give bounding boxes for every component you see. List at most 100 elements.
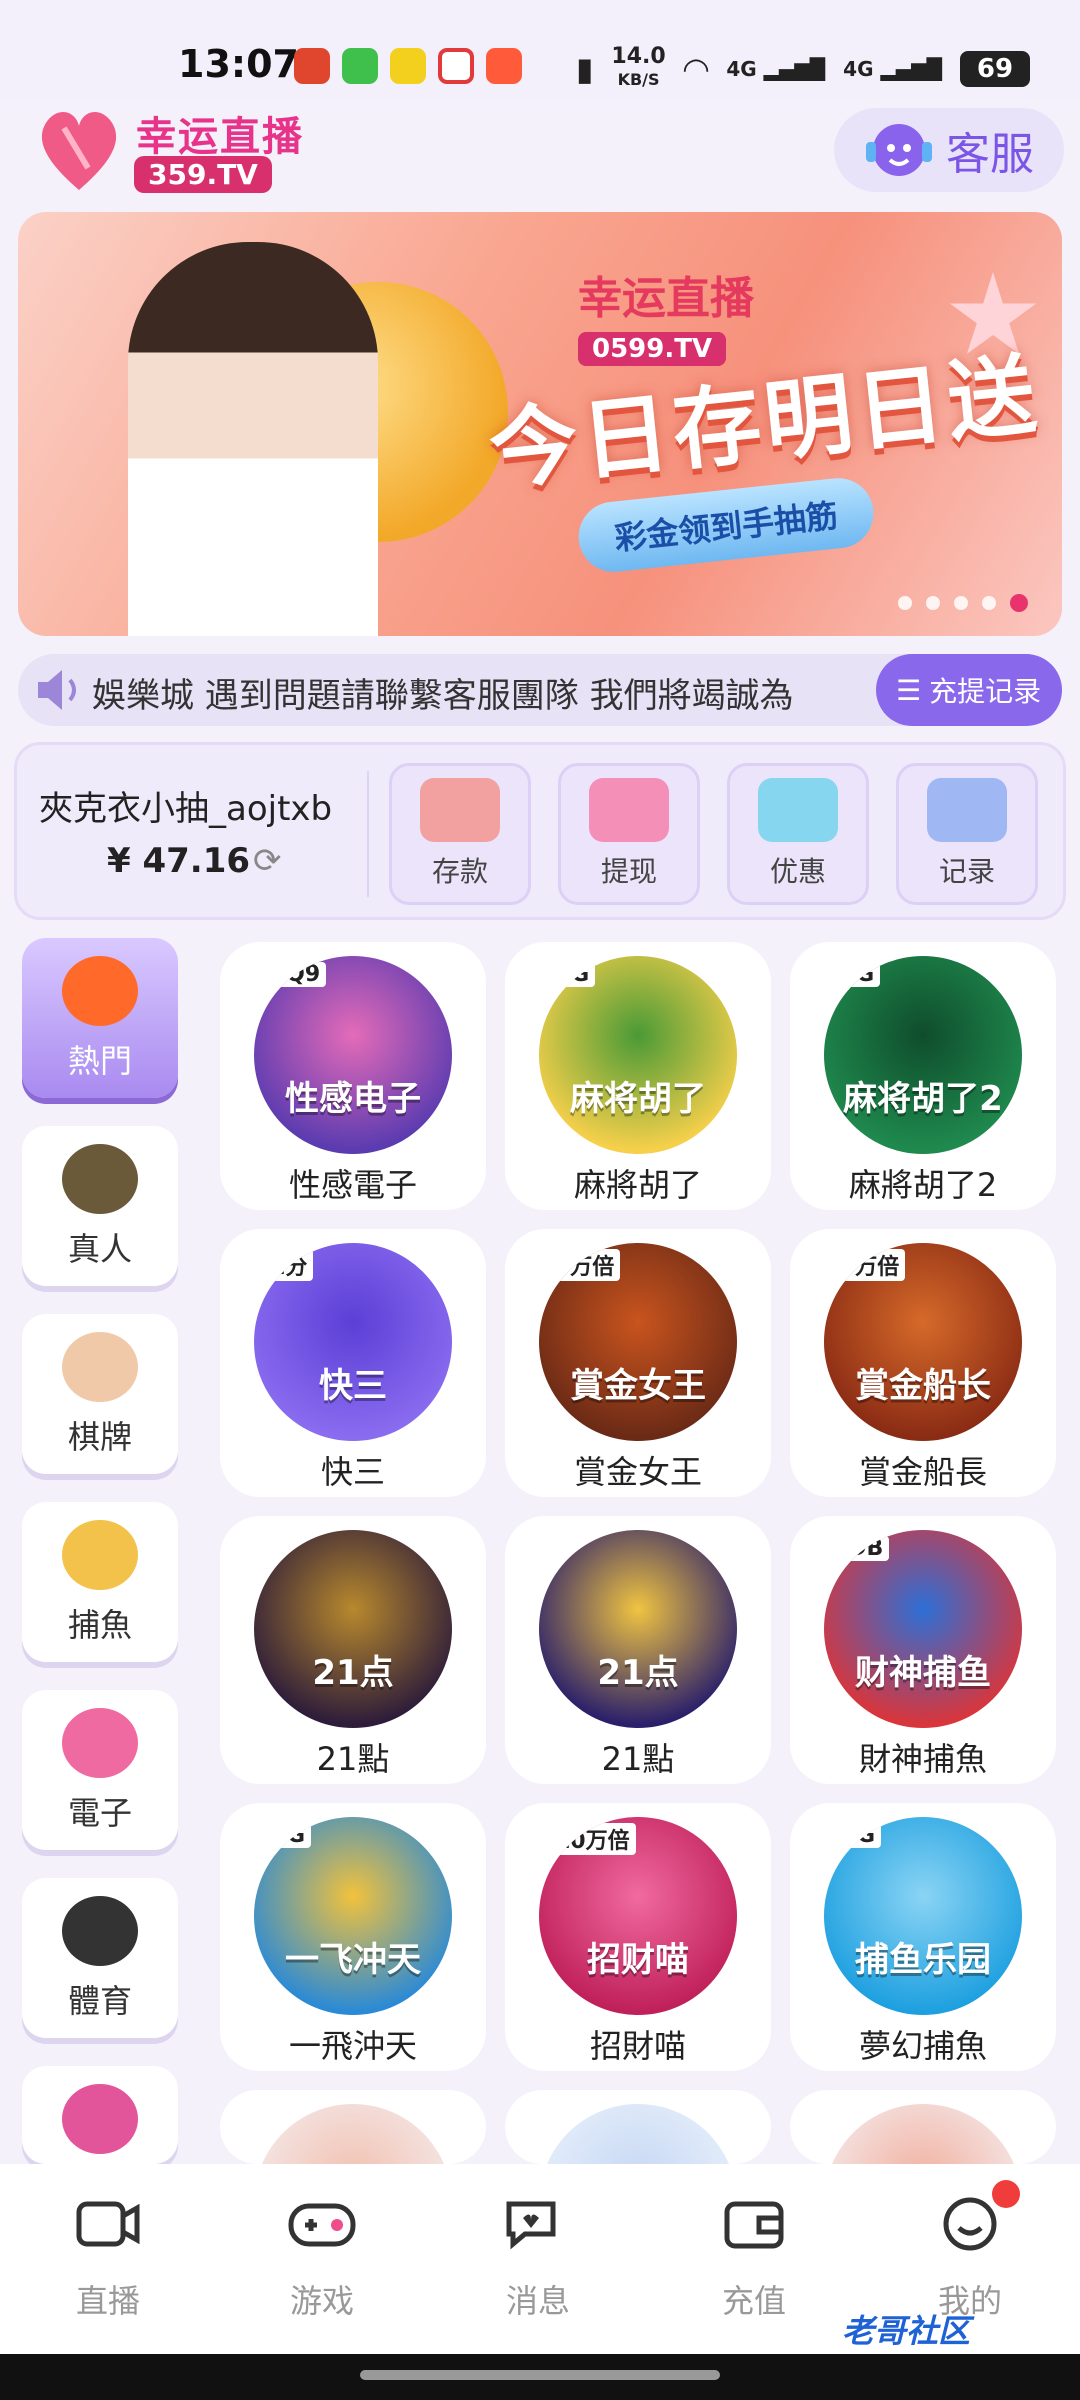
tab-wallet[interactable]: 充值 (684, 2196, 824, 2322)
wifi-icon: ◠ (683, 49, 709, 88)
action-bar-chart-button[interactable]: 记录 (896, 763, 1038, 905)
game-provider-tag: 10万倍 (549, 1823, 636, 1855)
game-card[interactable] (790, 2090, 1056, 2302)
customer-service-button[interactable]: 客服 (834, 108, 1064, 192)
action-money-bag-button[interactable]: 提现 (558, 763, 700, 905)
tab-camera[interactable]: 直播 (38, 2196, 178, 2322)
game-name: 性感電子 (288, 1166, 417, 1204)
game-card[interactable]: 5万倍 賞金女王 賞金女王 (505, 1229, 771, 1497)
game-art-title: 快三 (319, 1366, 387, 1406)
game-icon: PG 麻将胡了2 (824, 956, 1022, 1154)
category-label: 真人 (67, 1230, 132, 1268)
carousel-dot[interactable] (954, 596, 968, 610)
category-tab[interactable] (22, 2066, 178, 2164)
game-provider-tag: JDB (834, 1536, 890, 1561)
game-icon: AG 一飞冲天 (254, 1817, 452, 2015)
home-indicator[interactable] (360, 2370, 720, 2380)
phone-notification-icon (342, 48, 378, 84)
app-notification-icon (294, 48, 330, 84)
action-card-button[interactable]: 存款 (389, 763, 531, 905)
headset-icon (866, 124, 932, 176)
game-card[interactable]: 21点 21點 (220, 1516, 486, 1784)
category-tab[interactable]: 真人 (22, 1126, 178, 1286)
slot-machine-icon (62, 1708, 138, 1778)
watermark-text: 老哥社区 (842, 2312, 971, 2350)
game-name: 麻將胡了2 (848, 1166, 998, 1204)
game-card[interactable] (505, 2090, 771, 2302)
battery-level: 69 (976, 53, 1014, 84)
carousel-indicator[interactable] (898, 594, 1028, 612)
game-card[interactable] (220, 2090, 486, 2302)
game-art-title: 招财喵 (587, 1940, 689, 1980)
net-type-label: 4G (726, 56, 757, 81)
game-card[interactable]: PG 麻将胡了 麻將胡了 (505, 942, 771, 1210)
game-art-title: 麻将胡了 (570, 1079, 706, 1119)
customer-service-label: 客服 (946, 129, 1034, 180)
game-card[interactable]: JDB 财神捕鱼 財神捕魚 (790, 1516, 1056, 1784)
game-card[interactable]: AG 一飞冲天 一飛沖天 (220, 1803, 486, 2071)
game-icon: 3万倍 賞金船长 (824, 1243, 1022, 1441)
action-gift-button[interactable]: 优惠 (727, 763, 869, 905)
category-tab[interactable]: 棋牌 (22, 1314, 178, 1474)
deposit-withdraw-records-button[interactable]: ☰ 充提记录 (876, 654, 1062, 726)
game-card[interactable]: 1分 快三 快三 (220, 1229, 486, 1497)
game-card[interactable]: 3万倍 賞金船长賞金船長 (790, 1229, 1056, 1497)
game-name: 招財喵 (589, 2027, 686, 2065)
game-art-title: 捕鱼乐园 (855, 1940, 991, 1980)
gamepad-icon (288, 2203, 356, 2247)
refresh-icon[interactable]: ⟳ (253, 841, 282, 881)
game-name: 21點 (601, 1740, 675, 1778)
signal-icon: 4G ▂▄▆█ (843, 56, 942, 81)
tab-gamepad[interactable]: 游戏 (252, 2196, 392, 2322)
game-card[interactable]: 10万倍招财喵招財喵 (505, 1803, 771, 2071)
game-art-title: 21点 (597, 1653, 679, 1693)
game-card[interactable]: 21点 21點 (505, 1516, 771, 1784)
bar-chart-icon (927, 778, 1007, 842)
game-icon: AG 捕鱼乐园 (824, 1817, 1022, 2015)
promo-banner[interactable]: 幸运直播 0599.TV 今日存明日送 彩金领到手抽筋 (18, 212, 1062, 636)
signal-icon: 4G ▂▄▆█ (726, 56, 826, 81)
tab-smile[interactable]: 我的 (900, 2196, 1040, 2322)
game-provider-tag: PG (834, 962, 881, 987)
chat-icon (506, 2201, 556, 2250)
game-provider-tag: AG (834, 1823, 882, 1848)
gift-icon (758, 778, 838, 842)
game-name: 賞金船長 (858, 1453, 987, 1491)
notice-text: 娛樂城 遇到問題請聯繫客服團隊 我們將竭誠為 (92, 676, 794, 716)
game-card[interactable]: PG 麻将胡了2 麻將胡了2 (790, 942, 1056, 1210)
carousel-dot[interactable] (926, 596, 940, 610)
category-label: 棋牌 (67, 1418, 132, 1456)
game-provider-tag: CQ9 (264, 962, 327, 987)
net-speed: 14.0 KB/S (611, 46, 665, 91)
lottery-ball-icon (62, 2084, 138, 2154)
game-icon: CQ9 性感电子 (254, 956, 452, 1154)
brand-logo: 幸运直播 359.TV (30, 96, 320, 206)
status-bar: 13:07 ▮ 14.0 KB/S ◠ 4G ▂▄▆█ 4G ▂▄▆█ 69 (0, 0, 1080, 100)
carousel-dot[interactable] (898, 596, 912, 610)
records-button-label: 充提记录 (929, 675, 1042, 708)
notice-marquee: 娛樂城 遇到問題請聯繫客服團隊 我們將竭誠為 ☰ 充提记录 (18, 654, 1062, 726)
status-time: 13:07 (178, 42, 299, 86)
tab-chat[interactable]: 消息 (468, 2196, 608, 2322)
game-card[interactable]: AG 捕鱼乐园 夢幻捕魚 (790, 1803, 1056, 2071)
game-name: 快三 (320, 1453, 385, 1491)
category-tab[interactable]: 電子 (22, 1690, 178, 1850)
category-tab[interactable]: 捕魚 (22, 1502, 178, 1662)
game-art-title: 性感电子 (285, 1079, 421, 1119)
game-icon: 21点 (254, 1530, 452, 1728)
game-provider-tag: 5万倍 (549, 1249, 621, 1281)
category-label: 體育 (67, 1982, 132, 2020)
game-name: 財神捕魚 (858, 1740, 987, 1778)
game-provider-tag: PG (549, 962, 596, 987)
net-speed-value: 14.0 (611, 44, 666, 69)
carousel-dot[interactable] (1010, 594, 1028, 612)
game-name: 賞金女王 (573, 1453, 702, 1491)
action-label: 记录 (938, 855, 995, 888)
weibo-notification-icon (438, 48, 474, 84)
game-card[interactable]: CQ9 性感电子性感電子 (220, 942, 486, 1210)
user-wallet-card: 夾克衣小抽_aojtxb ¥ 47.16 ⟳ 存款 提现 优惠 记录 (14, 742, 1066, 920)
poker-chip-icon (62, 1144, 138, 1214)
category-tab[interactable]: 熱門 (22, 938, 178, 1098)
category-tab[interactable]: 體育 (22, 1878, 178, 2038)
carousel-dot[interactable] (982, 596, 996, 610)
